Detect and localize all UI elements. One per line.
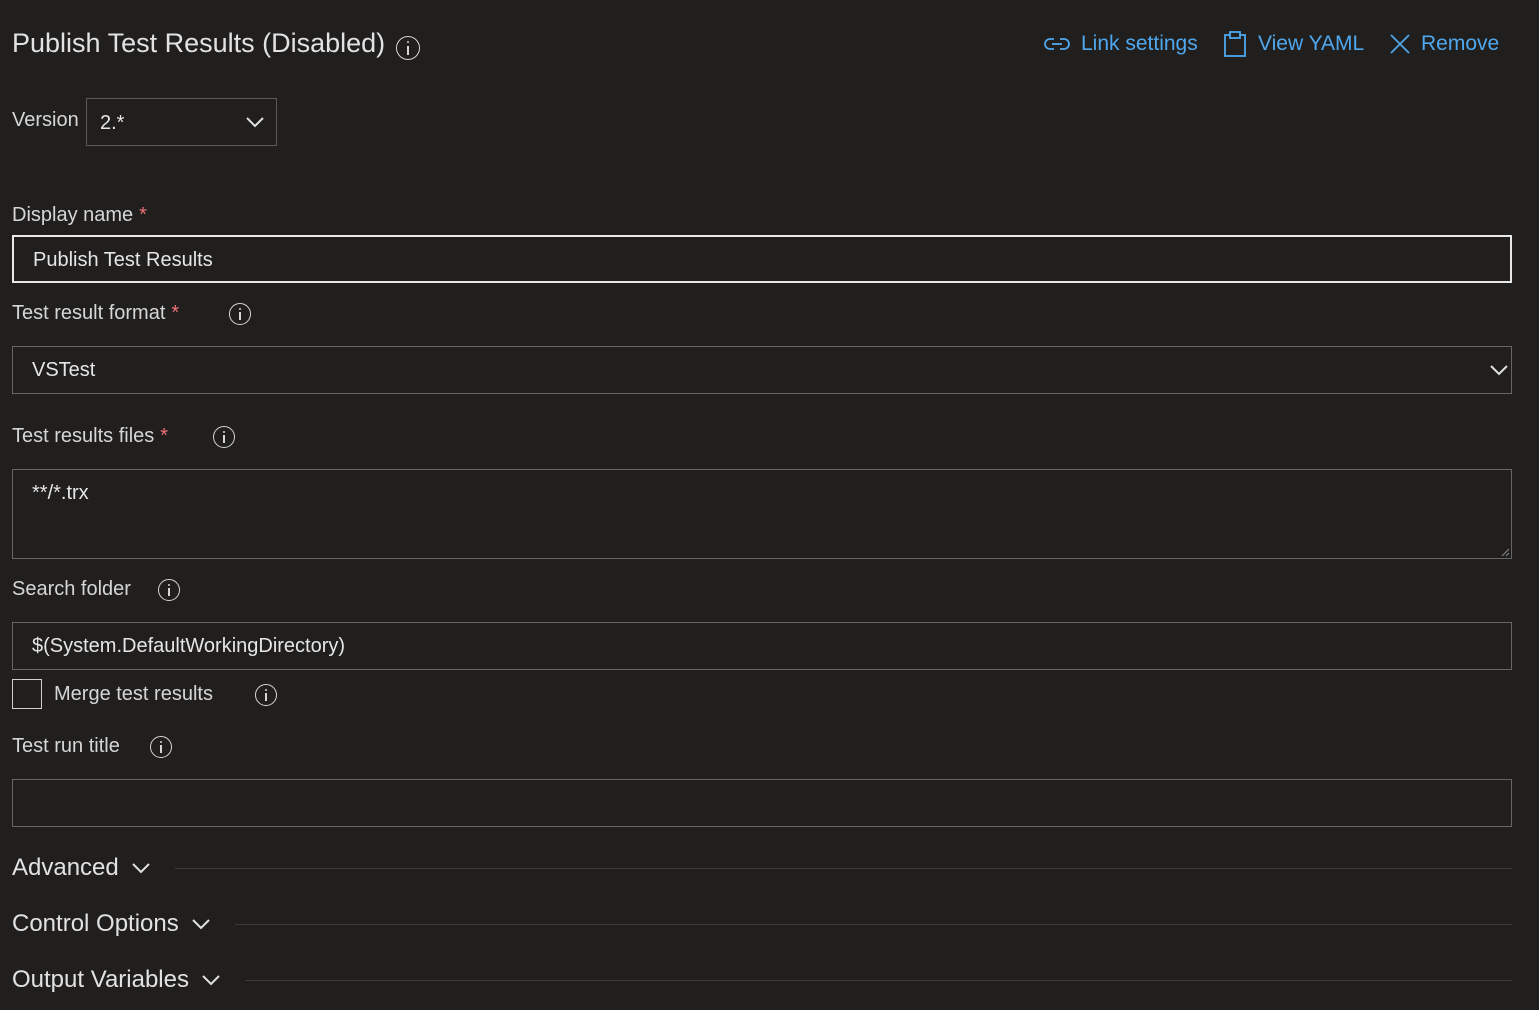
info-icon[interactable] <box>150 736 172 758</box>
remove-button[interactable]: Remove <box>1389 30 1499 58</box>
merge-test-results-label: Merge test results <box>54 683 213 705</box>
display-name-value: Publish Test Results <box>33 249 213 271</box>
display-name-label: Display name * <box>12 204 147 226</box>
test-run-title-label: Test run title <box>12 735 120 757</box>
task-editor-panel: Publish Test Results (Disabled) Link set… <box>0 0 1539 1010</box>
remove-label: Remove <box>1421 32 1500 55</box>
section-title: Control Options <box>12 910 179 937</box>
required-marker: * <box>160 425 169 447</box>
link-settings-button[interactable]: Link settings <box>1043 30 1198 58</box>
info-icon[interactable] <box>255 684 277 706</box>
info-icon[interactable] <box>213 426 235 448</box>
link-icon <box>1044 38 1070 50</box>
chevron-down-icon <box>1490 365 1508 376</box>
test-results-files-label: Test results files * <box>12 425 169 447</box>
chevron-down-icon <box>246 117 264 128</box>
version-value: 2.* <box>100 112 125 134</box>
chevron-down-icon <box>192 919 210 930</box>
test-results-files-textarea[interactable]: **/*.trx <box>12 469 1512 559</box>
view-yaml-button[interactable]: View YAML <box>1222 30 1364 58</box>
version-label: Version <box>12 109 79 131</box>
section-title: Output Variables <box>12 966 189 993</box>
chevron-down-icon <box>202 975 220 986</box>
chevron-down-icon <box>132 863 150 874</box>
section-title: Advanced <box>12 854 119 881</box>
test-result-format-value: VSTest <box>32 359 96 381</box>
test-run-title-input[interactable] <box>12 779 1512 827</box>
resize-handle-icon[interactable] <box>1501 548 1509 556</box>
clipboard-icon <box>1224 31 1246 57</box>
merge-test-results-checkbox[interactable] <box>12 679 42 709</box>
display-name-input[interactable]: Publish Test Results <box>12 235 1512 283</box>
info-icon[interactable] <box>158 579 180 601</box>
info-icon[interactable] <box>396 36 420 60</box>
advanced-section-header[interactable]: Advanced <box>12 853 1512 883</box>
test-results-files-value: **/*.trx <box>32 482 89 504</box>
required-marker: * <box>139 204 147 226</box>
search-folder-input[interactable]: $(System.DefaultWorkingDirectory) <box>12 622 1512 670</box>
info-icon[interactable] <box>229 303 251 325</box>
test-result-format-dropdown[interactable]: VSTest <box>12 346 1512 394</box>
control-options-section-header[interactable]: Control Options <box>12 909 1512 939</box>
page-title: Publish Test Results (Disabled) <box>12 28 386 58</box>
version-dropdown[interactable]: 2.* <box>86 98 277 146</box>
divider <box>174 867 1512 869</box>
required-marker: * <box>171 302 180 324</box>
test-result-format-label: Test result format * <box>12 302 180 324</box>
link-settings-label: Link settings <box>1081 32 1198 55</box>
divider <box>234 923 1512 925</box>
close-icon <box>1390 34 1410 54</box>
divider <box>245 979 1512 981</box>
search-folder-label: Search folder <box>12 578 131 600</box>
search-folder-value: $(System.DefaultWorkingDirectory) <box>32 635 346 657</box>
output-variables-section-header[interactable]: Output Variables <box>12 965 1512 995</box>
view-yaml-label: View YAML <box>1258 32 1365 55</box>
